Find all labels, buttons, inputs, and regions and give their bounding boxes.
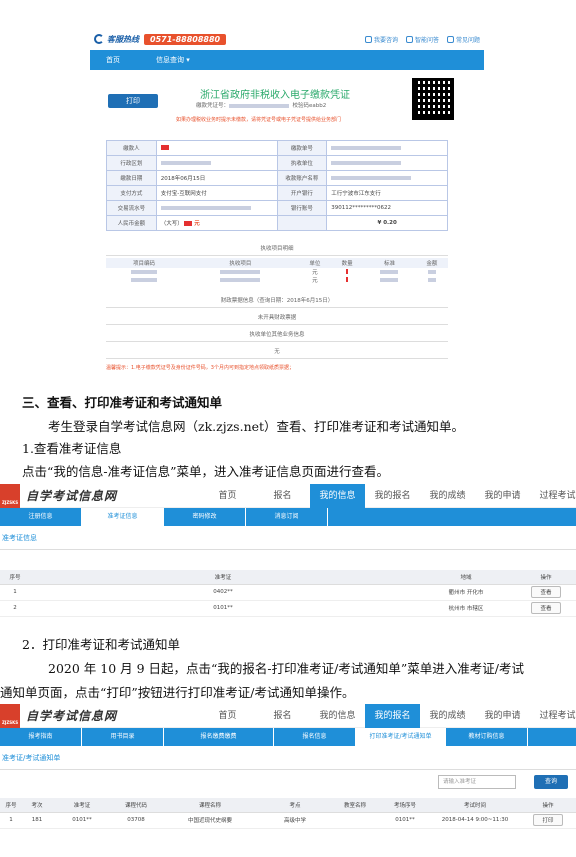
step1-description: 点击“我的信息-准考证信息”菜单，进入准考证信息页面进行查看。 — [22, 464, 390, 479]
nav-register[interactable]: 报名 — [255, 704, 310, 728]
nav-info-query[interactable]: 信息查询 ▾ — [156, 55, 190, 65]
nav-my-applications[interactable]: 我的申请 — [475, 484, 530, 508]
search-button[interactable]: 查询 — [534, 775, 568, 789]
table-row: 1 0402** 衢州市 开化市 查看 — [0, 584, 576, 601]
subnav-password[interactable]: 密码修改 — [164, 508, 246, 526]
section-heading: 三、查看、打印准考证和考试通知单 — [22, 395, 223, 410]
admission-table: 序号 准考证 地域 操作 1 0402** 衢州市 开化市 查看 2 0101** … — [0, 570, 576, 617]
top-link-consult[interactable]: 我要咨询 — [364, 35, 398, 44]
portal-nav: 首页 报名 我的信息 我的报名 我的成绩 我的申请 过程考试 — [200, 704, 576, 728]
table-row: 2 0101** 杭州市 市辖区 查看 — [0, 600, 576, 617]
subnav-guide[interactable]: 报考指南 — [0, 728, 82, 746]
receipt-title: 浙江省政府非税收入电子缴款凭证 — [200, 90, 350, 101]
items-table: 项目编码 执收项目 单位 数量 标准 金额 元 元 — [106, 258, 448, 284]
portal-print-notice: ZJZSKS 自学考试信息网 首页 报名 我的信息 我的报名 我的成绩 我的申请… — [0, 703, 576, 854]
view-button[interactable]: 查看 — [531, 586, 561, 598]
nav-my-info[interactable]: 我的信息 — [310, 484, 365, 508]
finance-info: 财政票据信息（查询日期：2018年6月15日） — [106, 293, 448, 308]
nav-my-info[interactable]: 我的信息 — [310, 704, 365, 728]
table-row: 元 — [106, 268, 448, 276]
table-row: 交易流水号 银行账号 390112*********0622 — [106, 200, 448, 216]
subnav-admission-info[interactable]: 准考证信息 — [82, 508, 164, 526]
receipt-subtitle: 缴款凭证号： 校验码eabb2 — [196, 103, 327, 109]
nav-my-scores[interactable]: 我的成绩 — [420, 484, 475, 508]
portal-header: ZJZSKS 自学考试信息网 首页 报名 我的信息 我的报名 我的成绩 我的申请… — [0, 703, 576, 728]
chat-icon — [364, 35, 372, 43]
receipt-info-table: 缴款人 缴款单号 行政区划 执收单位 缴款日期 2018年06月15日 收款账户名… — [106, 140, 448, 231]
step1-title: 1.查看准考证信息 — [22, 441, 122, 456]
nav-home[interactable]: 首页 — [200, 704, 255, 728]
hotline-label: 客服热线 — [107, 34, 139, 44]
amount-value: ¥ 0.20 — [326, 215, 448, 231]
items-title: 执收项目明细 — [106, 241, 448, 256]
table-row: 缴款人 缴款单号 — [106, 140, 448, 156]
subnav-registration-info[interactable]: 注册信息 — [0, 508, 82, 526]
subnav-registration-info[interactable]: 报名信息 — [274, 728, 356, 746]
table-row: 1 181 0101** 03708 中国近现代史纲要 高级中学 0101** … — [0, 812, 576, 829]
robot-icon — [405, 35, 413, 43]
nav-my-scores[interactable]: 我的成绩 — [420, 704, 475, 728]
receipt-notice: 温馨提示：1.电子缴款凭证号及身份证件号码，3个月内可到指定地点领取纸质票据； — [106, 365, 294, 371]
section-title: 准考证信息 — [0, 526, 576, 550]
table-row: 支付方式 支付宝-互联网支付 开户银行 工行宁波市江东支行 — [106, 185, 448, 201]
table-row: 行政区划 执收单位 — [106, 155, 448, 171]
nav-my-registration[interactable]: 我的报名 — [365, 704, 420, 728]
step2-title: 2．打印准考证和考试通知单 — [22, 637, 180, 652]
print-row-button[interactable]: 打印 — [533, 814, 563, 826]
table-row: 缴款日期 2018年06月15日 收款账户名称 — [106, 170, 448, 186]
portal-subnav: 注册信息 准考证信息 密码修改 消息订阅 — [0, 508, 576, 526]
table-row: 元 — [106, 276, 448, 284]
unit-info: 执收单位其他业务信息 — [106, 327, 448, 342]
receipt-warning: 如果办理税收业务时提示未缴款，请将凭证号或电子凭证号提供给业务部门 — [176, 117, 342, 123]
nav-my-applications[interactable]: 我的申请 — [475, 704, 530, 728]
nav-home[interactable]: 首页 — [200, 484, 255, 508]
subnav-book-list[interactable]: 用书目录 — [82, 728, 164, 746]
top-link-qa[interactable]: 智能问答 — [405, 35, 439, 44]
top-links: 我要咨询 智能问答 常见问题 — [364, 35, 480, 44]
question-icon — [446, 35, 454, 43]
portal-admission-info: ZJZSKS 自学考试信息网 首页 报名 我的信息 我的报名 我的成绩 我的申请… — [0, 483, 576, 630]
site-name: 自学考试信息网 — [26, 709, 118, 723]
section-title: 准考证/考试通知单 — [0, 746, 576, 770]
receipt-screenshot: 客服热线 0571-88808880 我要咨询 智能问答 常见问题 首页 信息查… — [90, 28, 484, 380]
portal-header: ZJZSKS 自学考试信息网 首页 报名 我的信息 我的报名 我的成绩 我的申请… — [0, 483, 576, 508]
site-logo: ZJZSKS — [0, 703, 20, 728]
step2-description-2: 通知单页面，点击“打印”按钮进行打印准考证/考试通知单操作。 — [0, 685, 355, 700]
view-button[interactable]: 查看 — [531, 602, 561, 614]
nav-process-exam[interactable]: 过程考试 — [530, 484, 576, 508]
portal-nav: 首页 报名 我的信息 我的报名 我的成绩 我的申请 过程考试 — [200, 484, 576, 508]
qr-code — [412, 78, 454, 120]
nav-my-registration[interactable]: 我的报名 — [365, 484, 420, 508]
site-logo: ZJZSKS — [0, 483, 20, 508]
section-intro: 考生登录自学考试信息网（zk.zjzs.net）查看、打印准考证和考试通知单。 — [48, 419, 465, 434]
notice-table: 序号 考次 准考证 课程代码 课程名称 考点 教室名称 考场序号 考试时间 操作… — [0, 798, 576, 829]
subnav-payment[interactable]: 报名缴费缴费 — [164, 728, 274, 746]
receipt-topbar: 客服热线 0571-88808880 我要咨询 智能问答 常见问题 — [90, 28, 484, 50]
site-name: 自学考试信息网 — [26, 489, 118, 503]
nav-register[interactable]: 报名 — [255, 484, 310, 508]
hotline-number: 0571-88808880 — [144, 33, 227, 45]
print-button[interactable]: 打印 — [108, 94, 158, 108]
step2-description-1: 2020 年 10 月 9 日起，点击“我的报名-打印准考证/考试通知单”菜单进… — [48, 661, 524, 676]
top-link-faq[interactable]: 常见问题 — [446, 35, 480, 44]
receipt-header: 打印 浙江省政府非税收入电子缴款凭证 缴款凭证号： 校验码eabb2 如果办理税… — [90, 78, 484, 138]
subnav-subscription[interactable]: 消息订阅 — [246, 508, 328, 526]
redacted-mark — [160, 145, 169, 150]
nav-home[interactable]: 首页 — [106, 55, 120, 65]
nav-process-exam[interactable]: 过程考试 — [530, 704, 576, 728]
table-row: 人民币金额 （大写） 元 ¥ 0.20 — [106, 215, 448, 231]
no-invoice: 未开具财政票据 — [106, 310, 448, 325]
phone-icon — [94, 34, 104, 44]
receipt-navbar: 首页 信息查询 ▾ — [90, 50, 484, 70]
portal-subnav: 报考指南 用书目录 报名缴费缴费 报名信息 打印准考证/考试通知单 教材订购信息 — [0, 728, 576, 746]
unit-info-value: 无 — [106, 344, 448, 359]
subnav-textbook[interactable]: 教材订购信息 — [446, 728, 528, 746]
subnav-print-admission[interactable]: 打印准考证/考试通知单 — [356, 728, 446, 746]
search-input[interactable]: 请输入准考证 — [438, 775, 516, 789]
